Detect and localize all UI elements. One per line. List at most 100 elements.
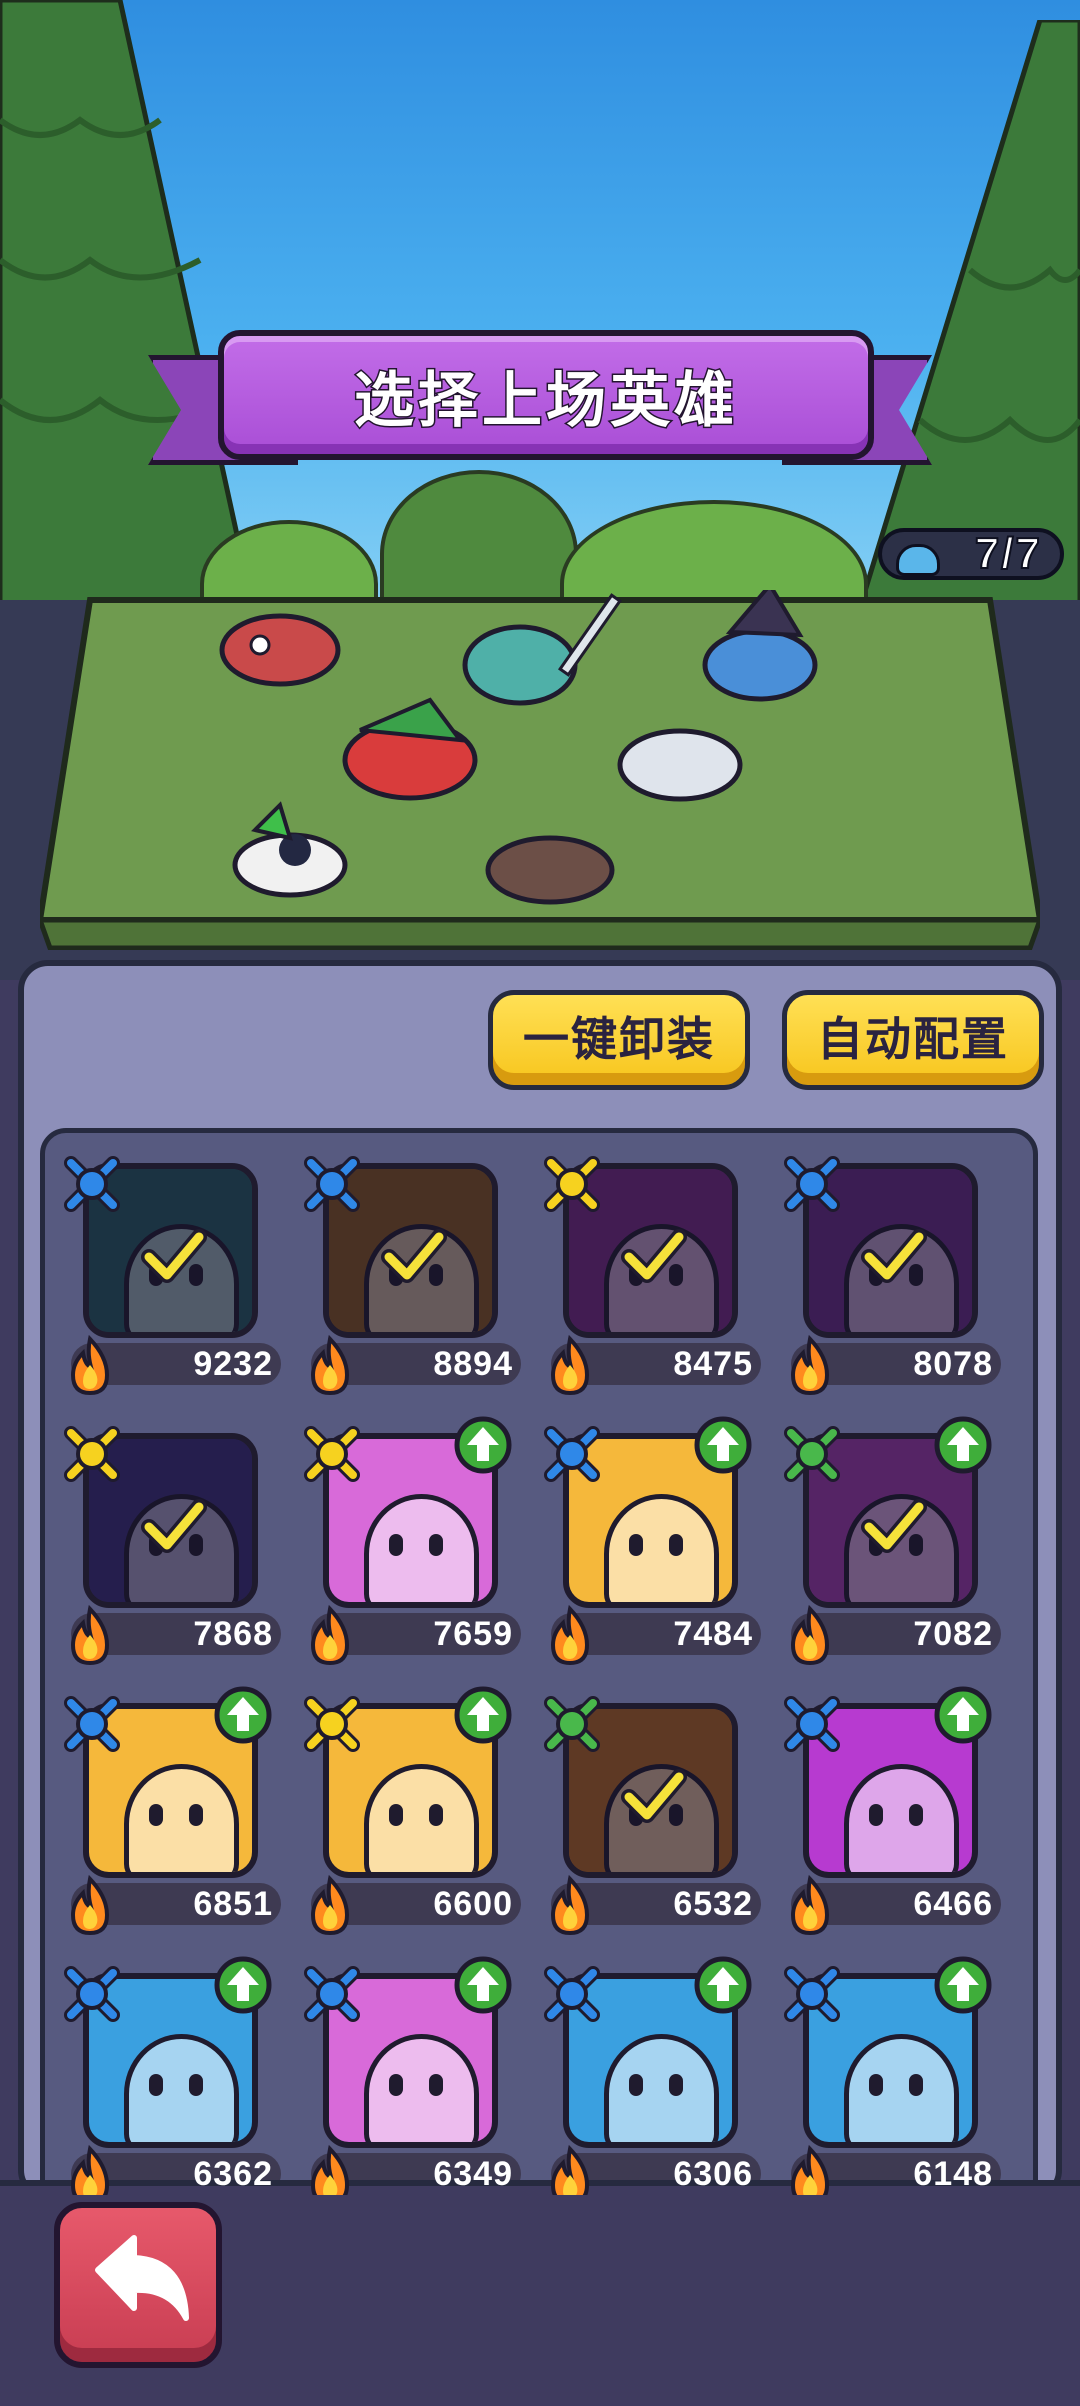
check-icon bbox=[141, 1499, 207, 1553]
hero-power: 6600 bbox=[433, 1885, 513, 1923]
hero-card[interactable]: 6306 bbox=[543, 1956, 761, 2195]
blue-class-icon bbox=[784, 1696, 840, 1752]
hero-card[interactable]: 7868 bbox=[63, 1426, 281, 1673]
check-icon bbox=[141, 1229, 207, 1283]
flame-icon bbox=[310, 2145, 350, 2195]
hero-eye bbox=[389, 1534, 403, 1556]
hero-face bbox=[844, 1764, 959, 1872]
hero-eye bbox=[389, 2074, 403, 2096]
hero-eye bbox=[909, 1804, 923, 1826]
hero-card[interactable]: 9232 bbox=[63, 1156, 281, 1403]
blue-class-icon bbox=[544, 1426, 600, 1482]
hero-eye bbox=[429, 1534, 443, 1556]
hero-power: 7082 bbox=[913, 1615, 993, 1653]
back-button[interactable] bbox=[54, 2202, 222, 2368]
hero-power: 9232 bbox=[193, 1345, 273, 1383]
hero-card[interactable]: 7082 bbox=[783, 1416, 1001, 1673]
check-icon bbox=[381, 1229, 447, 1283]
blue-class-icon bbox=[784, 1966, 840, 2022]
hero-eye bbox=[189, 2074, 203, 2096]
hero-card[interactable]: 6600 bbox=[303, 1686, 521, 1943]
hero-power: 6532 bbox=[673, 1885, 753, 1923]
yellow-class-icon bbox=[304, 1696, 360, 1752]
yellow-class-icon bbox=[304, 1426, 360, 1482]
hero-eye bbox=[149, 2074, 163, 2096]
blue-class-icon bbox=[64, 1156, 120, 1212]
hero-face bbox=[604, 2034, 719, 2142]
team-count: 7/7 bbox=[974, 528, 1042, 579]
flame-icon bbox=[790, 1605, 830, 1666]
hero-power: 6349 bbox=[433, 2155, 513, 2193]
stage-hero bbox=[219, 613, 341, 687]
yellow-class-icon bbox=[64, 1426, 120, 1482]
stage-hero bbox=[485, 835, 615, 905]
unequip-all-button[interactable]: 一键卸装 bbox=[488, 990, 750, 1090]
hero-eye bbox=[149, 1804, 163, 1826]
banner-plate: 选择上场英雄 bbox=[218, 330, 874, 460]
hero-card[interactable]: 6532 bbox=[543, 1696, 761, 1943]
upgrade-arrow-icon bbox=[454, 1956, 512, 2014]
hero-face bbox=[364, 2034, 479, 2142]
flame-icon bbox=[790, 1335, 830, 1396]
hero-card[interactable]: 8894 bbox=[303, 1156, 521, 1403]
hero-card[interactable]: 7484 bbox=[543, 1416, 761, 1673]
blue-class-icon bbox=[544, 1966, 600, 2022]
flame-icon bbox=[790, 1875, 830, 1936]
flame-icon bbox=[70, 2145, 110, 2195]
blue-class-icon bbox=[304, 1966, 360, 2022]
hero-power: 8475 bbox=[673, 1345, 753, 1383]
hero-card[interactable]: 6851 bbox=[63, 1686, 281, 1943]
hero-eye bbox=[669, 1534, 683, 1556]
upgrade-arrow-icon bbox=[694, 1416, 752, 1474]
flame-icon bbox=[70, 1605, 110, 1666]
flame-icon bbox=[310, 1875, 350, 1936]
hero-card[interactable]: 8078 bbox=[783, 1156, 1001, 1403]
upgrade-arrow-icon bbox=[214, 1686, 272, 1744]
hero-face bbox=[364, 1494, 479, 1602]
hero-card[interactable]: 6148 bbox=[783, 1956, 1001, 2195]
hero-card[interactable]: 6466 bbox=[783, 1686, 1001, 1943]
upgrade-arrow-icon bbox=[934, 1686, 992, 1744]
hero-eye bbox=[909, 2074, 923, 2096]
yellow-class-icon bbox=[544, 1156, 600, 1212]
back-arrow-icon bbox=[95, 2235, 189, 2321]
hero-power: 6466 bbox=[913, 1885, 993, 1923]
flame-icon bbox=[550, 2145, 590, 2195]
check-icon bbox=[861, 1499, 927, 1553]
hero-card[interactable]: 6349 bbox=[303, 1956, 521, 2195]
hero-power: 6362 bbox=[193, 2155, 273, 2193]
auto-config-button[interactable]: 自动配置 bbox=[782, 990, 1044, 1090]
blue-class-icon bbox=[784, 1156, 840, 1212]
flame-icon bbox=[70, 1875, 110, 1936]
hero-power: 6148 bbox=[913, 2155, 993, 2193]
upgrade-arrow-icon bbox=[694, 1956, 752, 2014]
blue-class-icon bbox=[304, 1156, 360, 1212]
hero-eye bbox=[629, 1534, 643, 1556]
hero-eye bbox=[389, 1804, 403, 1826]
hero-power: 8078 bbox=[913, 1345, 993, 1383]
hero-eye bbox=[629, 2074, 643, 2096]
upgrade-arrow-icon bbox=[454, 1686, 512, 1744]
flame-icon bbox=[550, 1875, 590, 1936]
hero-eye bbox=[869, 1804, 883, 1826]
hero-face bbox=[124, 1764, 239, 1872]
hero-card[interactable]: 8475 bbox=[543, 1156, 761, 1403]
blue-class-icon bbox=[64, 1696, 120, 1752]
check-icon bbox=[621, 1769, 687, 1823]
hero-eye bbox=[429, 1804, 443, 1826]
check-icon bbox=[621, 1229, 687, 1283]
flame-icon bbox=[550, 1335, 590, 1396]
hero-eye bbox=[669, 2074, 683, 2096]
hero-face bbox=[124, 2034, 239, 2142]
stage-hero bbox=[617, 728, 743, 802]
hero-card[interactable]: 6362 bbox=[63, 1956, 281, 2195]
hero-power: 7659 bbox=[433, 1615, 513, 1653]
hero-face bbox=[364, 1764, 479, 1872]
check-icon bbox=[861, 1229, 927, 1283]
hero-card[interactable]: 7659 bbox=[303, 1416, 521, 1673]
hero-grid[interactable]: 9232 8894 8475 8078 7868 7659 7484 7082 6851 6600… bbox=[40, 1128, 1038, 2200]
hero-power: 8894 bbox=[433, 1345, 513, 1383]
hero-eye bbox=[869, 2074, 883, 2096]
hero-power: 7484 bbox=[673, 1615, 753, 1653]
flame-icon bbox=[70, 1335, 110, 1396]
